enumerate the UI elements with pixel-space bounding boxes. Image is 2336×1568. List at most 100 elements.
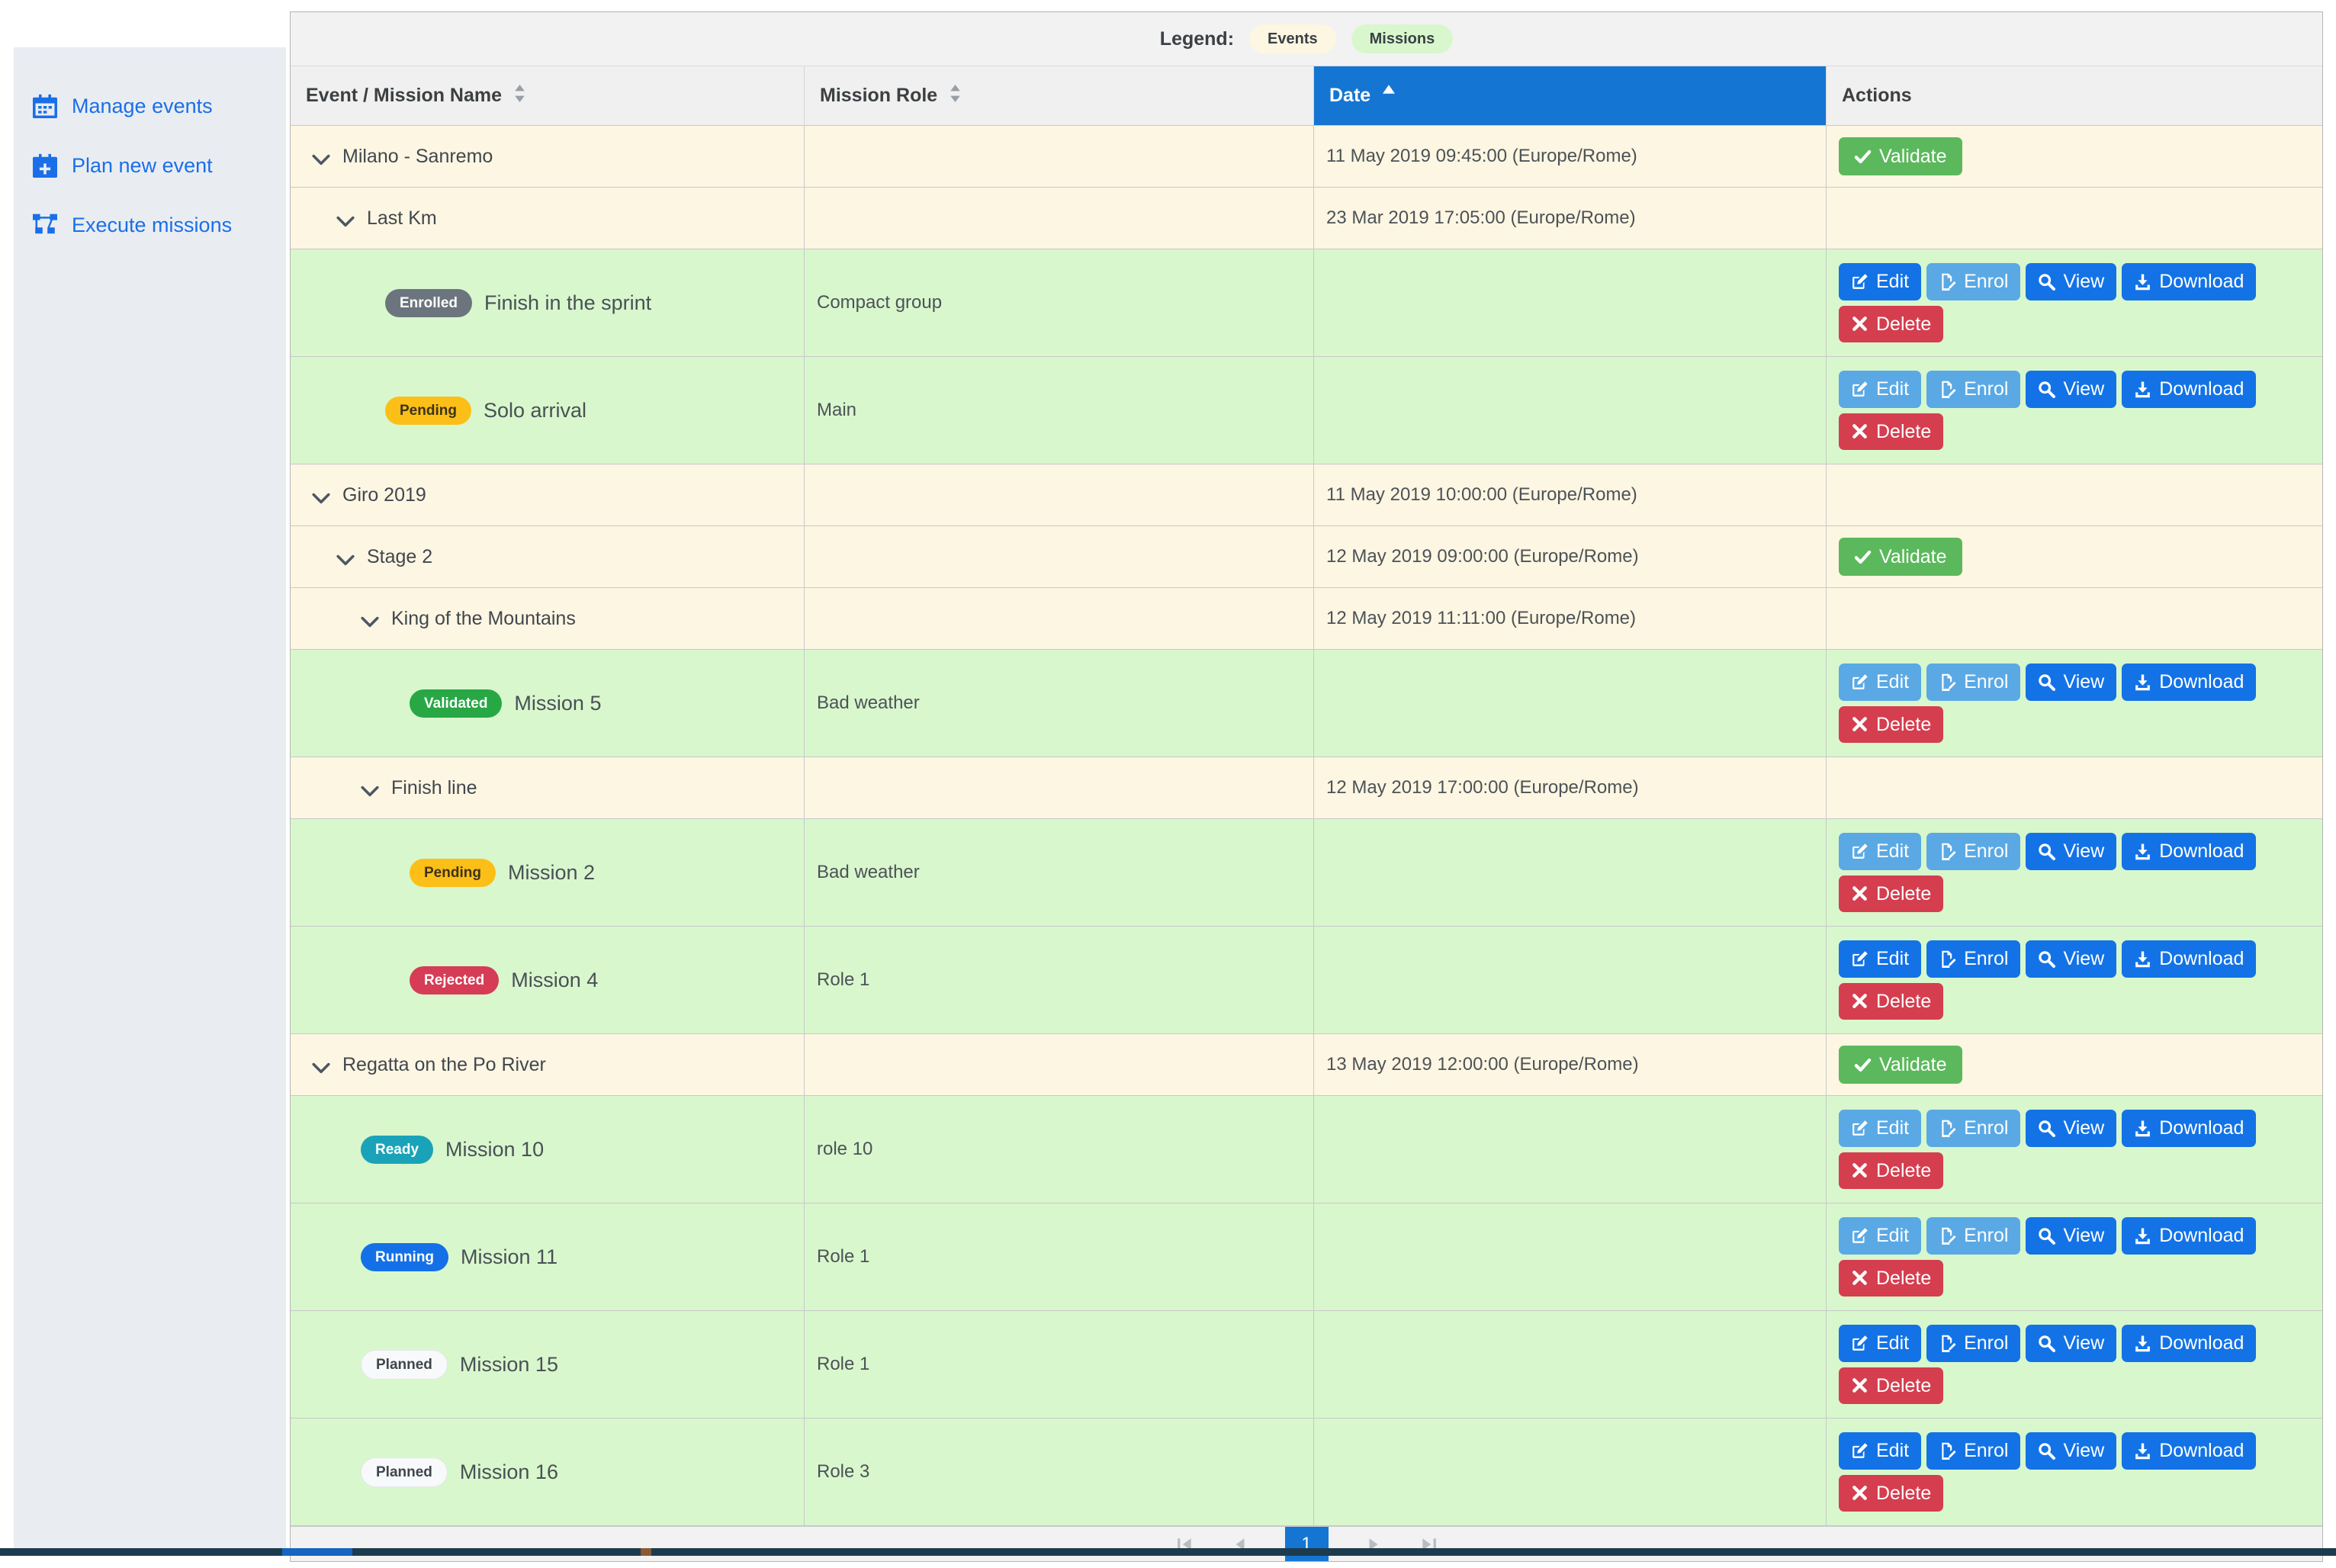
download-button[interactable]: Download: [2122, 1110, 2256, 1147]
edit-button[interactable]: Edit: [1839, 664, 1921, 701]
action-buttons-line2: Delete: [1839, 1475, 1943, 1512]
edit-button[interactable]: Edit: [1839, 1217, 1921, 1255]
status-badge: Enrolled: [385, 289, 472, 317]
download-icon: [2134, 1335, 2151, 1352]
date-value: 12 May 2019 17:00:00 (Europe/Rome): [1326, 777, 1639, 798]
enrol-button[interactable]: Enrol: [1926, 1110, 2020, 1147]
status-badge: Planned: [361, 1457, 448, 1487]
enrol-button[interactable]: Enrol: [1926, 1217, 2020, 1255]
sidebar-item-manage-events[interactable]: Manage events: [32, 76, 286, 136]
actions-cell: Edit EnrolViewDownload Delete: [1827, 249, 2322, 356]
file-signature-icon: [1939, 1227, 1956, 1245]
view-button[interactable]: View: [2026, 833, 2116, 870]
view-button[interactable]: View: [2026, 263, 2116, 300]
edit-button[interactable]: Edit: [1839, 371, 1921, 408]
mission-name: Mission 15: [460, 1353, 558, 1377]
horizontal-scrollbar[interactable]: [0, 1548, 2336, 1556]
view-button[interactable]: View: [2026, 1217, 2116, 1255]
download-button[interactable]: Download: [2122, 833, 2256, 870]
edit-button[interactable]: Edit: [1839, 1432, 1921, 1470]
enrol-button[interactable]: Enrol: [1926, 940, 2020, 978]
download-button[interactable]: Download: [2122, 263, 2256, 300]
event-name: Last Km: [367, 207, 437, 230]
delete-button[interactable]: Delete: [1839, 1367, 1943, 1405]
delete-button[interactable]: Delete: [1839, 1475, 1943, 1512]
delete-button[interactable]: Delete: [1839, 876, 1943, 913]
enrol-button[interactable]: Enrol: [1926, 833, 2020, 870]
legend-label: Legend:: [1160, 28, 1234, 50]
enrol-button-label: Enrol: [1964, 1332, 2008, 1354]
edit-button[interactable]: Edit: [1839, 833, 1921, 870]
view-button[interactable]: View: [2026, 940, 2116, 978]
edit-button[interactable]: Edit: [1839, 940, 1921, 978]
edit-button[interactable]: Edit: [1839, 1325, 1921, 1362]
current-page[interactable]: 1: [1285, 1527, 1329, 1561]
download-button[interactable]: Download: [2122, 940, 2256, 978]
view-button[interactable]: View: [2026, 1110, 2116, 1147]
file-signature-icon: [1939, 1335, 1956, 1352]
action-buttons: EditEnrolView Download Delete: [1839, 1426, 2256, 1518]
column-header-name[interactable]: Event / Mission Name: [291, 66, 805, 125]
action-buttons-line2: Delete: [1839, 1260, 1943, 1297]
view-button[interactable]: View: [2026, 1432, 2116, 1470]
enrol-button[interactable]: Enrol: [1926, 371, 2020, 408]
edit-button-label: Edit: [1876, 1332, 1909, 1354]
sidebar-item-execute-missions[interactable]: Execute missions: [32, 195, 286, 255]
delete-button[interactable]: Delete: [1839, 983, 1943, 1020]
chevron-down-icon[interactable]: [312, 489, 330, 501]
enrol-button[interactable]: Enrol: [1926, 1432, 2020, 1470]
download-button[interactable]: Download: [2122, 371, 2256, 408]
actions-cell: EditEnrolView Download Delete: [1827, 927, 2322, 1033]
sidebar-item-plan-new-event[interactable]: Plan new event: [32, 136, 286, 195]
download-button[interactable]: Download: [2122, 1325, 2256, 1362]
column-header-date[interactable]: Date: [1314, 66, 1827, 125]
download-button-label: Download: [2159, 1440, 2244, 1462]
enrol-button[interactable]: Enrol: [1926, 664, 2020, 701]
name-cell: ValidatedMission 5: [291, 650, 805, 757]
event-name: Milano - Sanremo: [342, 146, 493, 168]
view-button[interactable]: View: [2026, 664, 2116, 701]
date-cell: 13 May 2019 12:00:00 (Europe/Rome): [1314, 1034, 1827, 1095]
delete-button[interactable]: Delete: [1839, 706, 1943, 744]
validate-button[interactable]: Validate: [1839, 1046, 1962, 1084]
download-button[interactable]: Download: [2122, 1432, 2256, 1470]
view-button[interactable]: View: [2026, 1325, 2116, 1362]
delete-button[interactable]: Delete: [1839, 1260, 1943, 1297]
download-button[interactable]: Download: [2122, 664, 2256, 701]
edit-button[interactable]: Edit: [1839, 1110, 1921, 1147]
date-cell: [1314, 1419, 1827, 1525]
delete-button[interactable]: Delete: [1839, 1152, 1943, 1190]
download-button[interactable]: Download: [2122, 1217, 2256, 1255]
delete-button[interactable]: Delete: [1839, 306, 1943, 343]
actions-cell: EditEnrolViewDownload Delete: [1827, 650, 2322, 757]
enrol-button[interactable]: Enrol: [1926, 263, 2020, 300]
edit-button[interactable]: Edit: [1839, 263, 1921, 300]
download-button-label: Download: [2159, 948, 2244, 970]
edit-button-label: Edit: [1876, 271, 1909, 293]
date-cell: [1314, 650, 1827, 757]
download-icon: [2134, 1442, 2151, 1460]
view-button[interactable]: View: [2026, 371, 2116, 408]
enrol-button[interactable]: Enrol: [1926, 1325, 2020, 1362]
validate-button[interactable]: Validate: [1839, 137, 1962, 176]
role-cell: role 10: [805, 1096, 1314, 1203]
chevron-down-icon[interactable]: [336, 551, 355, 563]
chevron-down-icon[interactable]: [312, 150, 330, 162]
actions-cell: EditEnrolViewDownload Delete: [1827, 357, 2322, 464]
x-icon: [1851, 992, 1868, 1010]
mission-role: Bad weather: [817, 692, 920, 714]
delete-button-label: Delete: [1876, 883, 1931, 905]
action-buttons-line2: Delete: [1839, 413, 1943, 451]
name-cell: Last Km: [291, 188, 805, 249]
chevron-down-icon[interactable]: [312, 1059, 330, 1071]
chevron-down-icon[interactable]: [361, 782, 379, 794]
chevron-down-icon[interactable]: [361, 612, 379, 625]
chevron-down-icon[interactable]: [336, 212, 355, 224]
validate-button[interactable]: Validate: [1839, 538, 1962, 577]
scrollbar-thumb[interactable]: [282, 1548, 352, 1556]
events-missions-table: Legend: Events Missions Event / Mission …: [290, 11, 2323, 1562]
action-buttons-line1: EditEnrolViewDownload: [1839, 1110, 2256, 1147]
column-header-role[interactable]: Mission Role: [805, 66, 1314, 125]
delete-button[interactable]: Delete: [1839, 413, 1943, 451]
actions-cell: [1827, 188, 2322, 249]
